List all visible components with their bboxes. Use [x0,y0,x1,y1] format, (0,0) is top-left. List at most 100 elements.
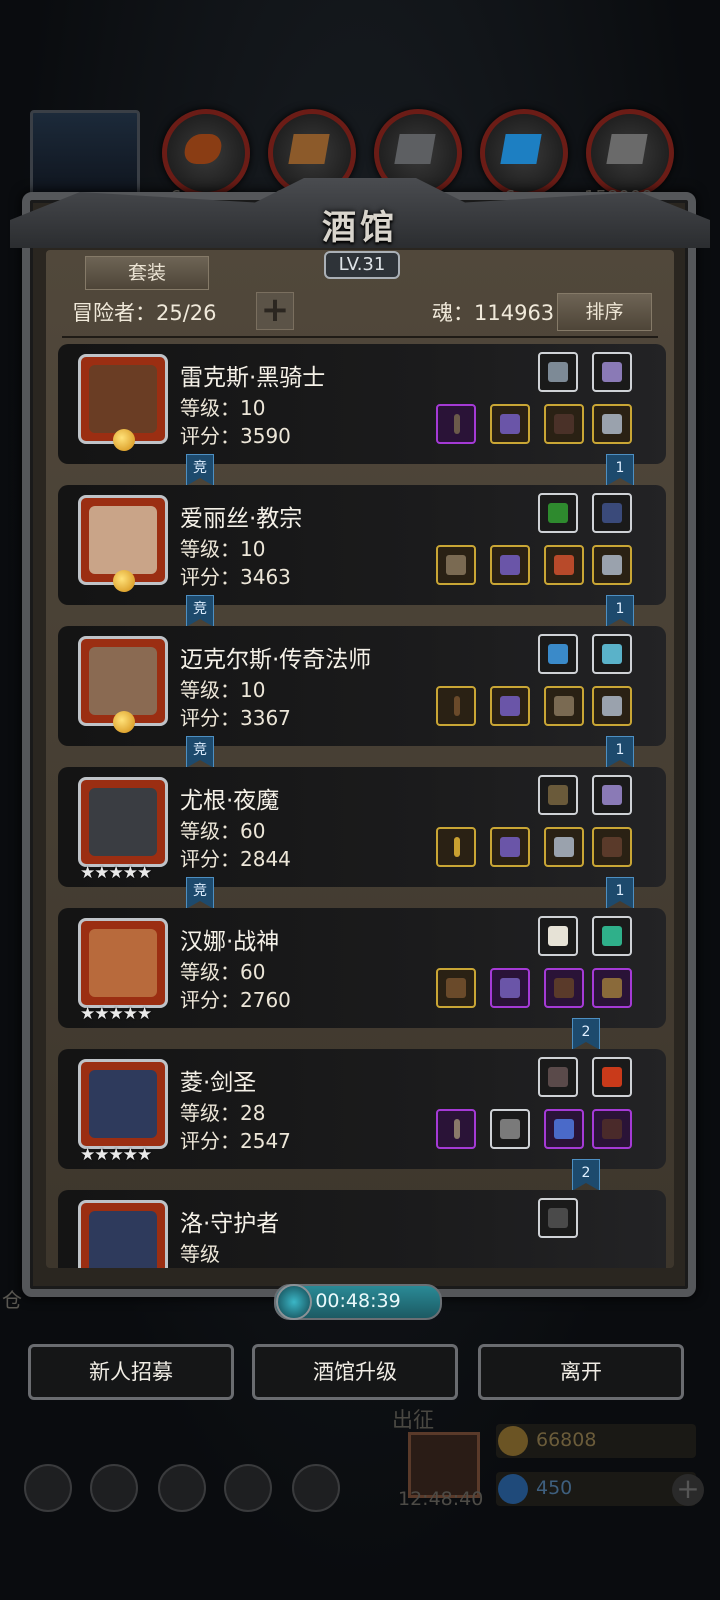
helmet-icon[interactable] [490,404,530,444]
gold-value: 66808 [536,1429,597,1451]
recruit-button[interactable]: 新人招募 [28,1344,234,1400]
jade-icon[interactable] [592,916,632,956]
hero-level: 等级：28 [180,1101,266,1125]
team-tag: 1 [606,736,634,768]
hero-card[interactable]: 迈克尔斯·传奇法师 等级：10 评分：3367 [58,626,666,746]
warehouse-label: 仓 [2,1288,22,1312]
horn-icon[interactable] [538,775,578,815]
add-slot-button[interactable]: + [256,292,294,330]
arena-badge: 竞 [186,454,214,486]
sword-icon[interactable] [436,1109,476,1149]
bracer-icon[interactable] [544,968,584,1008]
hero-portrait[interactable] [78,354,168,451]
hero-card[interactable]: 雷克斯·黑骑士 等级：10 评分：3590 [58,344,666,464]
hero-card[interactable]: 爱丽丝·教宗 等级：10 评分：3463 [58,485,666,605]
achievement-icon[interactable] [90,1464,138,1512]
hero-score: 评分：3367 [180,706,291,730]
gem-crystal-icon[interactable] [592,352,632,392]
add-gem-icon[interactable]: + [672,1474,704,1506]
necklace-icon[interactable] [592,493,632,533]
stone-icon[interactable] [586,109,674,197]
amulet-icon[interactable] [592,404,632,444]
team-tag: 2 [572,1159,600,1191]
helmet-icon[interactable] [490,686,530,726]
crystal-icon[interactable] [480,109,568,197]
shop-icon[interactable] [292,1464,340,1512]
chain-icon[interactable] [544,686,584,726]
scepter-icon[interactable] [436,827,476,867]
armor-icon[interactable] [490,1109,530,1149]
hero-level: 等级 [180,1242,220,1266]
amulet-icon[interactable] [544,827,584,867]
hero-portrait[interactable] [78,1200,168,1268]
gem-value: 450 [536,1477,573,1499]
hero-card[interactable]: ★★★★★ 汉娜·战神 等级：60 评分：2760 [58,908,666,1028]
necklace-icon[interactable] [592,968,632,1008]
amulet-icon[interactable] [592,545,632,585]
hero-score: 评分：2844 [180,847,291,871]
gem-bar: 450 [496,1472,696,1506]
hero-card[interactable]: ★★★★★ 尤根·夜魔 等级：60 评分：2844 [58,767,666,887]
panel-title: 酒馆 [322,208,398,248]
ring-icon[interactable] [544,545,584,585]
glove-icon[interactable] [538,1198,578,1238]
feather-icon[interactable] [538,1057,578,1097]
arena-badge: 竞 [186,877,214,909]
hero-level: 等级：10 [180,678,266,702]
rank-icon[interactable] [158,1464,206,1512]
star-rating: ★★★★★ [80,1145,152,1165]
hero-level: 等级：60 [180,819,266,843]
soul-count: 魂：114963 [432,301,555,325]
hero-name: 汉娜·战神 [180,929,280,955]
mail-icon[interactable] [224,1464,272,1512]
hero-portrait[interactable] [78,636,168,733]
team-tag: 1 [606,595,634,627]
team-tag: 1 [606,454,634,486]
hero-name: 尤根·夜魔 [180,788,280,814]
staff-icon[interactable] [436,686,476,726]
gold-bar: 66808 [496,1424,696,1458]
hero-score: 评分：3463 [180,565,291,589]
set-button[interactable]: 套装 [85,256,209,290]
settings-icon[interactable] [24,1464,72,1512]
helmet-icon[interactable] [490,968,530,1008]
rune-icon[interactable] [538,352,578,392]
upgrade-tavern-button[interactable]: 酒馆升级 [252,1344,458,1400]
hero-portrait[interactable] [78,495,168,592]
sort-button[interactable]: 排序 [557,293,652,331]
bracer-icon[interactable] [592,827,632,867]
axe-icon[interactable] [436,968,476,1008]
shield-icon[interactable] [544,1109,584,1149]
gold-coin-icon [498,1426,528,1456]
leave-button[interactable]: 离开 [478,1344,684,1400]
moon-rank-icon [113,711,135,733]
hero-score: 评分：2760 [180,988,291,1012]
fang-icon[interactable] [538,916,578,956]
bracelet-icon[interactable] [592,634,632,674]
hero-list[interactable]: 雷克斯·黑骑士 等级：10 评分：3590 竞 1 爱丽丝·教宗 等级：10 评… [56,344,668,1268]
gem-crystal-icon[interactable] [592,775,632,815]
cloak-icon[interactable] [544,404,584,444]
hero-level: 等级：10 [180,537,266,561]
star-rating: ★★★★★ [80,863,152,883]
hero-card[interactable]: 洛·守护者 等级 [58,1190,666,1268]
hero-name: 爱丽丝·教宗 [180,506,303,532]
spear-icon[interactable] [436,404,476,444]
expedition-label: 出征 [392,1408,434,1432]
hero-card[interactable]: ★★★★★ 菱·剑圣 等级：28 评分：2547 [58,1049,666,1169]
spear-icon[interactable] [436,545,476,585]
hero-portrait[interactable] [78,918,168,1008]
hero-portrait[interactable] [78,777,168,867]
ruby-icon[interactable] [592,1057,632,1097]
wood-logs-icon[interactable] [162,109,250,197]
hero-portrait[interactable] [78,1059,168,1149]
helmet-icon[interactable] [490,827,530,867]
glove-icon[interactable] [538,634,578,674]
cape-icon[interactable] [592,1109,632,1149]
helmet-icon[interactable] [490,545,530,585]
tavern-level-badge: LV.31 [324,251,400,279]
amulet-icon[interactable] [592,686,632,726]
divider [62,336,658,338]
team-tag: 2 [572,1018,600,1050]
book-icon[interactable] [538,493,578,533]
